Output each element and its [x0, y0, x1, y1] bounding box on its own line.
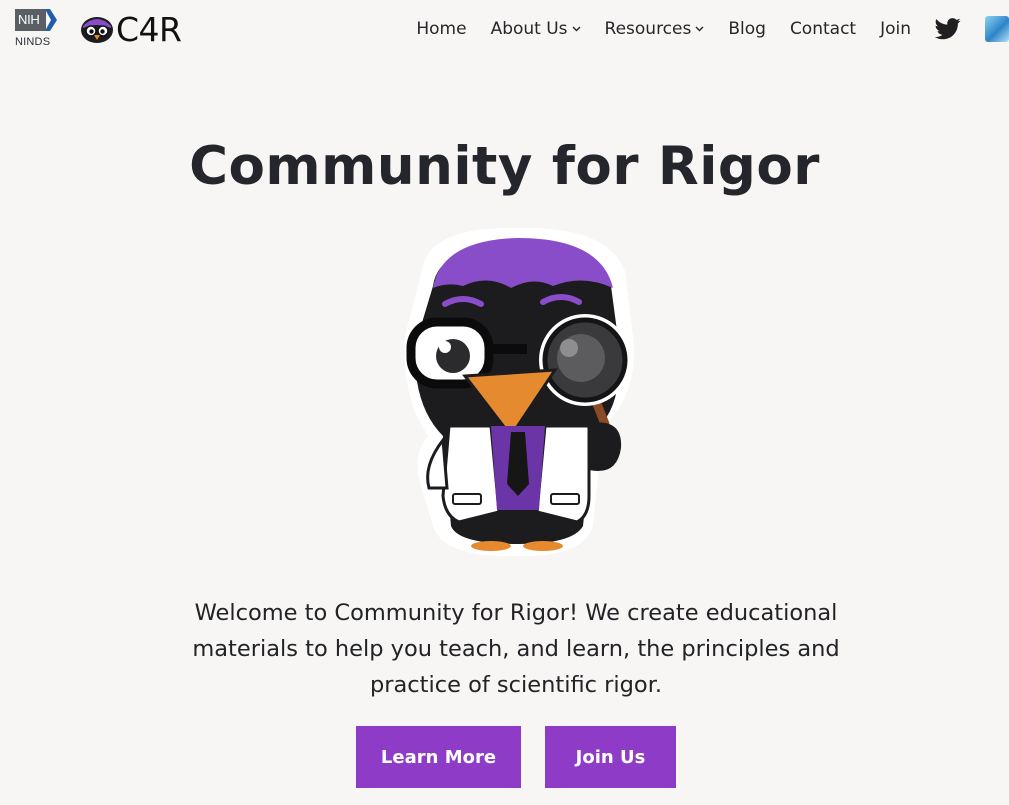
learn-more-label: Learn More: [380, 746, 497, 768]
nih-badge: NIH: [15, 9, 46, 31]
twitter-icon[interactable]: [935, 18, 961, 40]
nav-contact-label: Contact: [789, 19, 857, 39]
nav-about-us[interactable]: About Us: [491, 19, 581, 39]
nih-chevron-icon: [45, 9, 57, 31]
intro-text: Welcome to Community for Rigor! We creat…: [192, 600, 840, 698]
join-us-label: Join Us: [575, 746, 646, 768]
nav-blog-label: Blog: [728, 19, 766, 39]
chevron-down-icon: [572, 26, 581, 32]
crow-scientist-mascot: [404, 227, 634, 557]
site-name: C4R: [116, 9, 182, 49]
nav-resources[interactable]: Resources: [605, 19, 705, 39]
nav-about-us-label: About Us: [490, 19, 568, 39]
learn-more-button[interactable]: Learn More: [356, 726, 521, 788]
join-us-button[interactable]: Join Us: [545, 726, 676, 788]
page-title: Community for Rigor: [189, 136, 820, 197]
site-header: NIH NINDS C4R Home About Us Resources Bl…: [0, 0, 1009, 60]
nav-blog[interactable]: Blog: [728, 19, 766, 39]
nih-ninds-logo[interactable]: NIH NINDS: [15, 9, 57, 49]
nav-join[interactable]: Join: [880, 19, 911, 39]
main-nav: Home About Us Resources Blog Contact Joi…: [416, 14, 1009, 44]
nav-home[interactable]: Home: [416, 19, 466, 39]
nav-resources-label: Resources: [604, 19, 692, 39]
nav-join-label: Join: [880, 19, 911, 39]
chevron-down-icon: [695, 26, 704, 32]
site-logo[interactable]: C4R: [80, 9, 182, 49]
ninds-label: NINDS: [15, 36, 51, 48]
nav-contact[interactable]: Contact: [790, 19, 856, 39]
crow-logo-icon: [81, 17, 113, 43]
nav-home-label: Home: [416, 19, 467, 39]
partner-logo-icon[interactable]: [985, 16, 1009, 42]
